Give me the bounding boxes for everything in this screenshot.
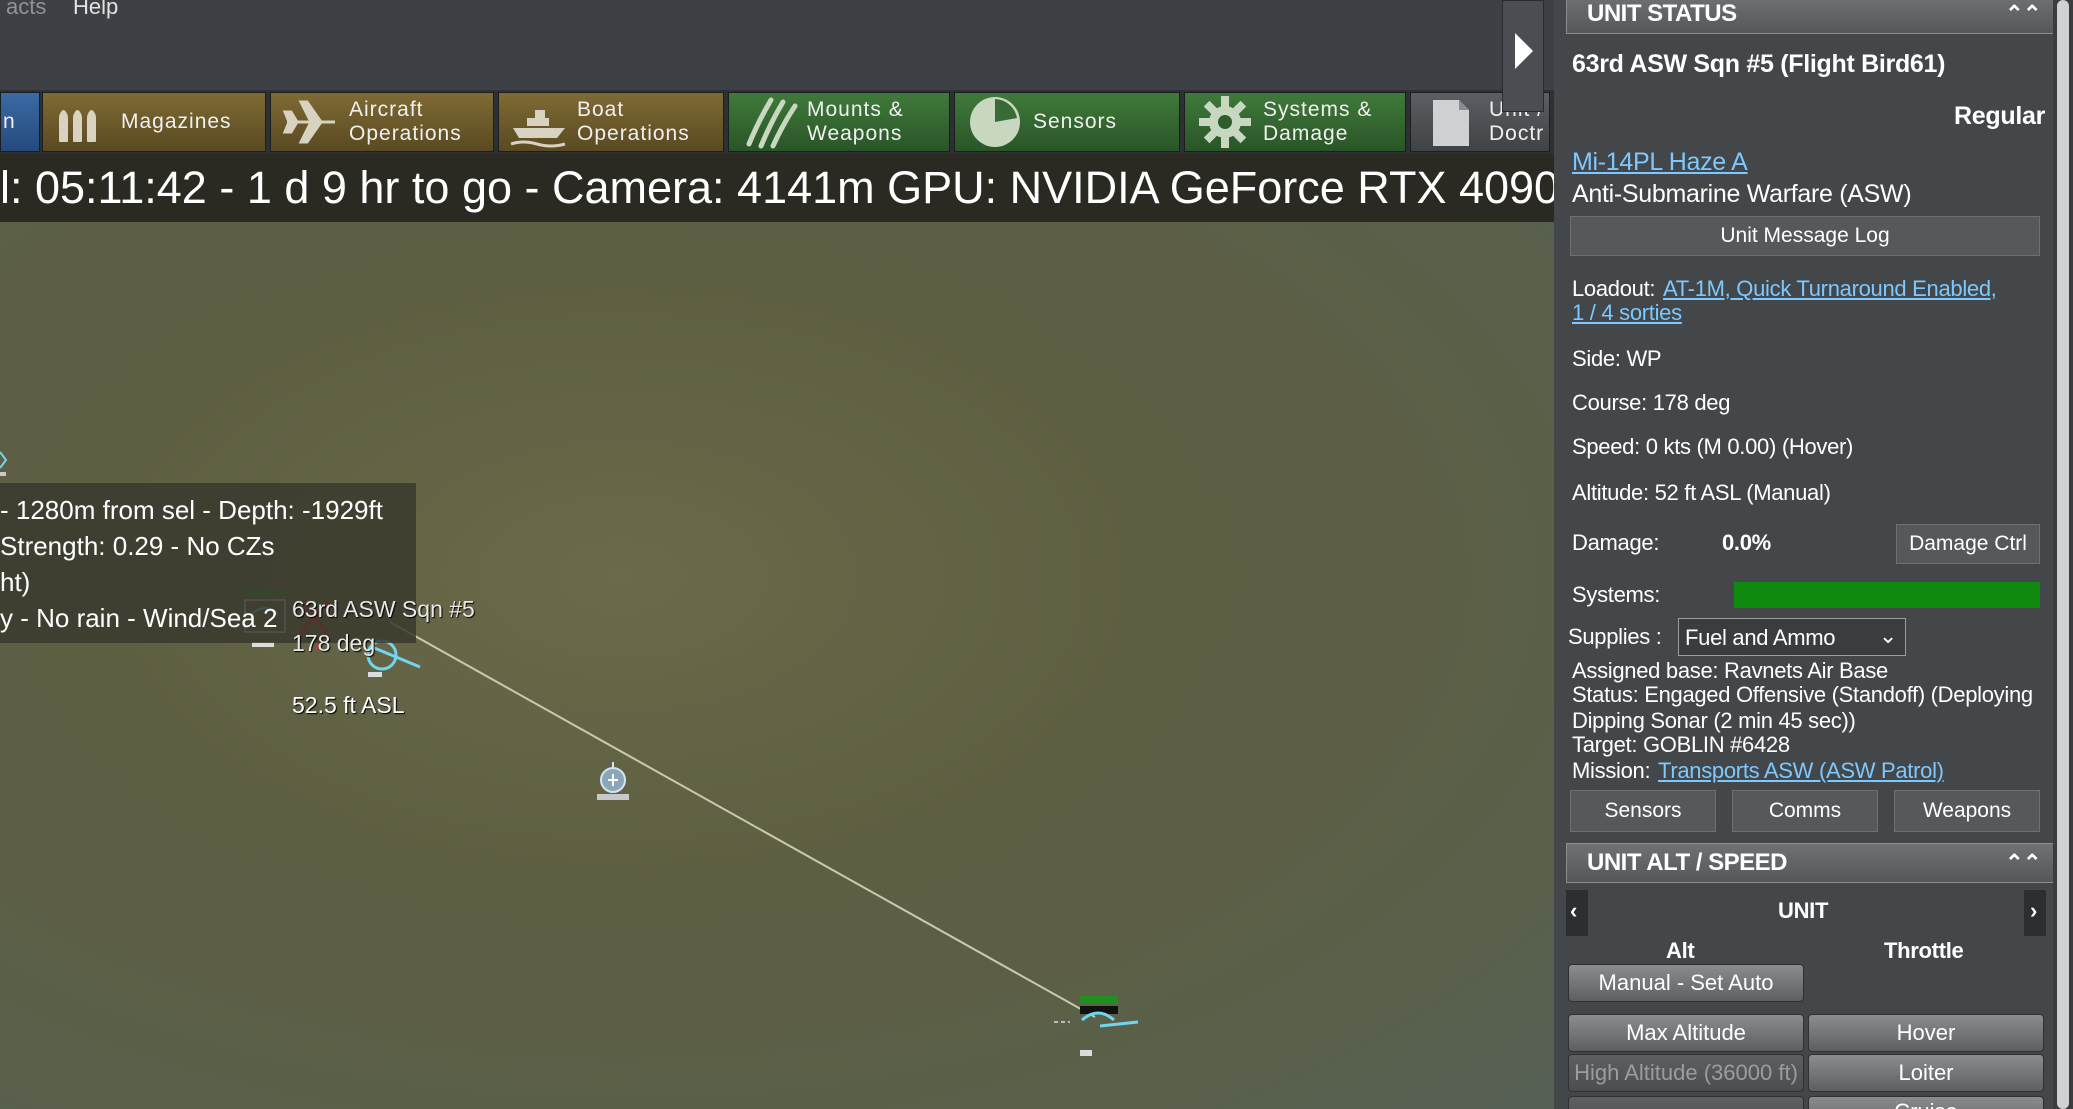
sensors-button[interactable]: Sensors	[954, 92, 1180, 152]
tooltip-line-2: Strength: 0.29 - No CZs	[0, 531, 275, 561]
unit-altitude: Altitude: 52 ft ASL (Manual)	[1572, 480, 1831, 505]
panel-scrollbar[interactable]	[2053, 0, 2073, 1109]
helicopter-unit-marker[interactable]	[366, 639, 421, 677]
track-line	[389, 621, 1096, 1018]
chevron-right-icon: ›	[2030, 898, 2038, 923]
max-altitude-button[interactable]: Max Altitude	[1568, 1014, 1804, 1052]
tooltip-line-4: y - No rain - Wind/Sea 2	[0, 603, 278, 633]
collapse-chevron-icon[interactable]: ⌃⌃	[2005, 0, 2041, 33]
systems-label: Systems:	[1572, 582, 1661, 607]
contact-marker-bottom[interactable]	[1054, 996, 1139, 1056]
ammo-icon	[59, 110, 96, 142]
systems-bar-fill	[1734, 582, 2040, 608]
collapse-chevron-icon[interactable]: ⌃⌃	[2005, 844, 2041, 882]
supplies-dropdown[interactable]: Fuel and Ammo ⌄	[1678, 618, 1906, 656]
unit-speed: Speed: 0 kts (M 0.00) (Hover)	[1572, 434, 1854, 459]
chevron-down-icon: ⌄	[1878, 623, 1897, 648]
unit-selector-label: UNIT	[1778, 898, 1829, 923]
loadout-label: Loadout:	[1572, 276, 1656, 301]
damage-ctrl-button[interactable]: Damage Ctrl	[1896, 524, 2040, 564]
tactical-map[interactable]: - 1280m from sel - Depth: -1929ft Streng…	[0, 222, 1554, 1109]
altitude-button-partial[interactable]	[1568, 1096, 1804, 1109]
menu-item-help[interactable]: Help	[73, 0, 118, 20]
mounts-weapons-label: Mounts & Weapons	[807, 98, 904, 145]
toolbar-button-partial[interactable]: n	[0, 92, 40, 152]
unit-course: Course: 178 deg	[1572, 390, 1731, 415]
unit-target: Target: GOBLIN #6428	[1572, 732, 1790, 757]
app-window: acts Help n Magazines Aircraft Operation…	[0, 0, 2073, 1109]
alt-speed-header[interactable]: UNIT ALT / SPEED ⌃⌃	[1566, 843, 2056, 883]
menu-item-contacts[interactable]: acts	[6, 0, 46, 20]
radar-icon	[970, 97, 1020, 147]
damage-value: 0.0%	[1722, 530, 1771, 555]
scrollbar-thumb[interactable]	[2057, 0, 2069, 1109]
loadout-link[interactable]: AT-1M, Quick Turnaround Enabled,	[1663, 276, 1997, 302]
cruise-button[interactable]: Cruise	[1808, 1096, 2044, 1109]
aircraft-type-link[interactable]: Mi-14PL Haze A	[1572, 148, 1748, 177]
tooltip-line-3: ht)	[0, 567, 31, 597]
unit-message-log-button[interactable]: Unit Message Log	[1570, 216, 2040, 256]
alt-column-label: Alt	[1666, 938, 1695, 963]
document-icon	[1433, 100, 1469, 146]
systems-damage-button[interactable]: Systems & Damage	[1184, 92, 1406, 152]
tooltip-line-1: - 1280m from sel - Depth: -1929ft	[0, 495, 383, 525]
loiter-button[interactable]: Loiter	[1808, 1054, 2044, 1092]
mission-label: Mission:	[1572, 758, 1651, 783]
mission-link[interactable]: Transports ASW (ASW Patrol)	[1658, 758, 1944, 784]
unit-status-panel: UNIT STATUS ⌃⌃ 63rd ASW Sqn #5 (Flight B…	[1554, 0, 2073, 1109]
status-line: l: 05:11:42 - 1 d 9 hr to go - Camera: 4…	[0, 154, 1554, 222]
unit-proficiency: Regular	[1954, 102, 2045, 130]
damage-label: Damage:	[1572, 530, 1660, 555]
aircraft-operations-button[interactable]: Aircraft Operations	[270, 92, 494, 152]
loadout-sorties-link[interactable]: 1 / 4 sorties	[1572, 300, 1682, 326]
systems-damage-label: Systems & Damage	[1263, 98, 1373, 145]
prev-unit-button[interactable]: ‹	[1566, 890, 1588, 936]
menu-bar: acts Help	[0, 0, 1554, 90]
unit-status-header[interactable]: UNIT STATUS ⌃⌃	[1566, 0, 2056, 34]
boat-icon	[510, 110, 566, 148]
supplies-label: Supplies :	[1568, 624, 1662, 649]
sensors-label: Sensors	[1033, 110, 1118, 133]
next-unit-button[interactable]: ›	[2024, 890, 2046, 936]
aircraft-operations-label: Aircraft Operations	[349, 98, 462, 145]
play-arrow-icon	[1515, 33, 1533, 69]
claw-marks-icon	[746, 97, 798, 149]
unit-altitude-label: 52.5 ft ASL	[292, 692, 405, 718]
unit-status-line-1: Status: Engaged Offensive (Standoff) (De…	[1572, 682, 2033, 707]
unit-name-label: 63rd ASW Sqn #5	[292, 596, 475, 622]
panel-expander-button[interactable]	[1502, 0, 1544, 112]
unit-role: Anti-Submarine Warfare (ASW)	[1572, 180, 1912, 208]
throttle-column-label: Throttle	[1884, 938, 1964, 963]
magazines-label: Magazines	[121, 110, 232, 133]
aircraft-icon	[282, 100, 335, 144]
map-overlay	[0, 451, 1139, 1056]
boat-operations-label: Boat Operations	[577, 98, 690, 145]
magazines-button[interactable]: Magazines	[42, 92, 266, 152]
sensors-panel-button[interactable]: Sensors	[1570, 790, 1716, 832]
unit-course-label: 178 deg	[292, 630, 376, 656]
boat-operations-button[interactable]: Boat Operations	[498, 92, 724, 152]
edge-contact-marker[interactable]	[0, 451, 8, 476]
hover-button[interactable]: Hover	[1808, 1014, 2044, 1052]
high-altitude-button[interactable]: High Altitude (36000 ft)	[1568, 1054, 1804, 1092]
weapons-button[interactable]: Weapons	[1894, 790, 2040, 832]
gear-icon	[1199, 96, 1251, 148]
sonobuoy-marker[interactable]	[597, 762, 629, 800]
manual-set-auto-button[interactable]: Manual - Set Auto	[1568, 964, 1804, 1002]
assigned-base: Assigned base: Ravnets Air Base	[1572, 658, 1888, 683]
systems-bar	[1734, 582, 2040, 608]
comms-button[interactable]: Comms	[1732, 790, 1878, 832]
unit-status-line-2: Dipping Sonar (2 min 45 sec))	[1572, 708, 1856, 733]
unit-name: 63rd ASW Sqn #5 (Flight Bird61)	[1572, 50, 1946, 78]
toolbar: n Magazines Aircraft Operations Boat Ope…	[0, 90, 1554, 154]
mounts-weapons-button[interactable]: Mounts & Weapons	[728, 92, 950, 152]
chevron-left-icon: ‹	[1570, 898, 1578, 923]
unit-side: Side: WP	[1572, 346, 1662, 371]
